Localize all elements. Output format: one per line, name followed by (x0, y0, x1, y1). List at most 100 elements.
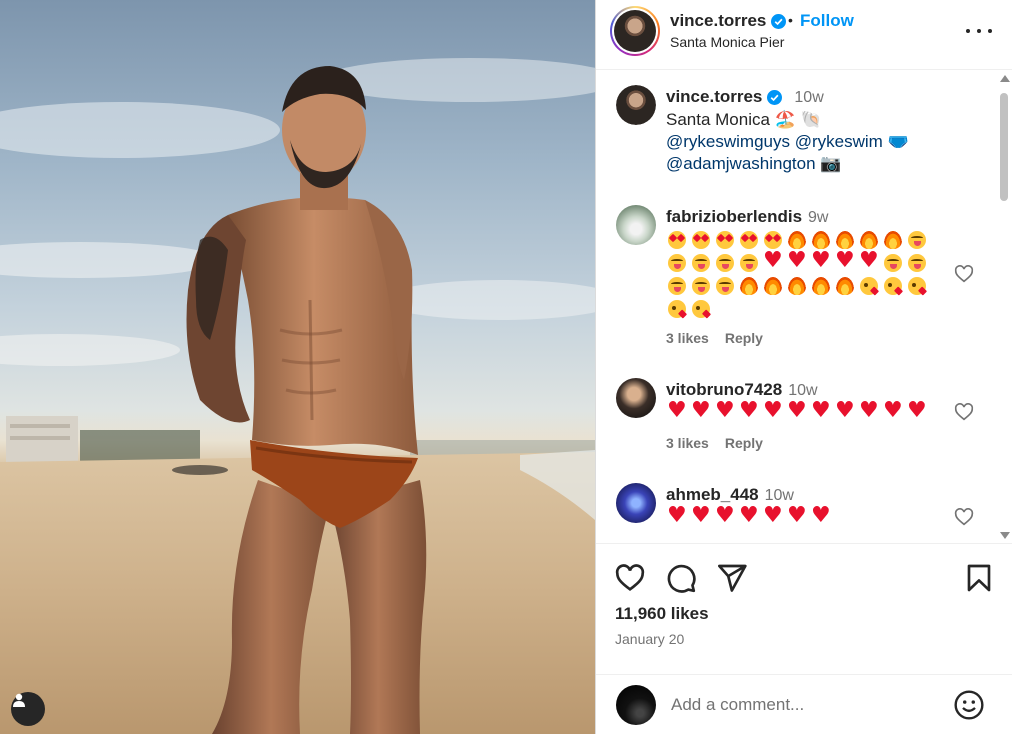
mention-link[interactable]: @adamjwashington (666, 154, 816, 173)
emoji-spacer (740, 300, 758, 318)
scroll-down-arrow-icon[interactable] (1000, 532, 1010, 539)
heart-emoji (835, 400, 855, 422)
mention-link[interactable]: @rykeswim (795, 132, 883, 151)
fire-emoji (812, 277, 830, 295)
fire-emoji (764, 277, 782, 295)
commenter-avatar[interactable] (616, 483, 656, 523)
reply-button[interactable]: Reply (725, 435, 763, 451)
emoji-spacer (884, 509, 902, 527)
post-photo[interactable] (0, 0, 595, 734)
fire-emoji (788, 277, 806, 295)
emoji-spacer (716, 300, 734, 318)
heart-emoji (715, 400, 735, 422)
comment-username[interactable]: ahmeb_448 10w (666, 485, 794, 505)
comment-username-text[interactable]: ahmeb_448 (666, 485, 759, 505)
yum-emoji (908, 254, 926, 272)
fire-emoji (812, 231, 830, 249)
heart-emoji (859, 250, 879, 272)
comment-bubble-icon[interactable] (665, 562, 697, 594)
scroll-up-arrow-icon[interactable] (1000, 75, 1010, 82)
heart-outline-icon[interactable] (614, 562, 646, 594)
comment-username[interactable]: fabrizioberlendis 9w (666, 207, 828, 227)
yum-emoji (692, 277, 710, 295)
hearteyes-emoji (716, 231, 734, 249)
heart-emoji (763, 505, 783, 527)
verified-badge-icon (771, 13, 787, 29)
comment-input[interactable] (671, 693, 931, 717)
yum-emoji (692, 254, 710, 272)
comment-likes-count[interactable]: 3 likes (666, 330, 709, 346)
caption-text: Santa Monica 🏖️ 🐚 @rykeswimguys @rykeswi… (666, 109, 966, 175)
emoji-spacer (836, 300, 854, 318)
author-avatar-story-ring[interactable] (610, 6, 660, 56)
author-username-text[interactable]: vince.torres (670, 11, 766, 31)
mention-link[interactable]: @rykeswimguys (666, 132, 790, 151)
caption-author-avatar[interactable] (616, 85, 656, 125)
post-location[interactable]: Santa Monica Pier (670, 34, 784, 50)
commenter-avatar[interactable] (616, 378, 656, 418)
heart-emoji (883, 400, 903, 422)
hearteyes-emoji (740, 231, 758, 249)
yum-emoji (668, 277, 686, 295)
kiss-emoji (860, 277, 878, 295)
kiss-emoji (692, 300, 710, 318)
emoji-spacer (836, 509, 854, 527)
reply-button[interactable]: Reply (725, 330, 763, 346)
author-username[interactable]: vince.torres (670, 11, 787, 31)
heart-emoji (691, 400, 711, 422)
tagged-users-button[interactable] (11, 692, 45, 726)
caption-time[interactable]: 10w (794, 89, 823, 107)
kiss-emoji (668, 300, 686, 318)
heart-emoji (715, 505, 735, 527)
post-sidebar: vince.torres • Follow Santa Monica Pier … (595, 0, 1012, 734)
scrollbar-thumb[interactable] (1000, 93, 1008, 201)
bookmark-icon[interactable] (963, 562, 995, 594)
heart-emoji (859, 400, 879, 422)
heart-emoji (667, 505, 687, 527)
beach-photo-illustration (0, 58, 595, 734)
commenter-avatar[interactable] (616, 205, 656, 245)
paper-plane-icon[interactable] (716, 562, 748, 594)
yum-emoji (884, 254, 902, 272)
heart-emoji (787, 400, 807, 422)
fire-emoji (740, 277, 758, 295)
emoji-spacer (764, 300, 782, 318)
post-date[interactable]: January 20 (615, 631, 684, 647)
more-dots-icon[interactable] (966, 22, 992, 40)
fire-emoji (860, 231, 878, 249)
comment-likes-count[interactable]: 3 likes (666, 435, 709, 451)
comment-emoji-text (666, 505, 928, 529)
current-user-avatar[interactable] (616, 685, 656, 725)
kiss-emoji (884, 277, 902, 295)
emoji-spacer (860, 300, 878, 318)
yum-emoji (716, 277, 734, 295)
comment-username[interactable]: vitobruno7428 10w (666, 380, 818, 400)
yum-emoji (716, 254, 734, 272)
heart-outline-icon[interactable] (953, 506, 975, 528)
emoji-spacer (812, 300, 830, 318)
post-actions: 11,960 likes January 20 (596, 543, 1012, 673)
smiley-icon[interactable] (953, 689, 985, 721)
comments-scrollbar[interactable] (998, 71, 1010, 543)
emoji-spacer (860, 509, 878, 527)
heart-emoji (763, 400, 783, 422)
comment-meta: 3 likes Reply (666, 330, 763, 346)
heart-emoji (787, 250, 807, 272)
caption-line: Santa Monica 🏖️ 🐚 (666, 110, 822, 129)
comment-username-text[interactable]: fabrizioberlendis (666, 207, 802, 227)
comment-username-text[interactable]: vitobruno7428 (666, 380, 782, 400)
comment-time[interactable]: 9w (808, 209, 828, 227)
yum-emoji (908, 231, 926, 249)
caption-username[interactable]: vince.torres 10w (666, 87, 824, 107)
heart-outline-icon[interactable] (953, 263, 975, 285)
fire-emoji (836, 277, 854, 295)
heart-emoji (835, 250, 855, 272)
yum-emoji (668, 254, 686, 272)
follow-button[interactable]: Follow (800, 11, 854, 31)
comments-list[interactable]: vince.torres 10w Santa Monica 🏖️ 🐚 @ryke… (596, 71, 1012, 543)
separator-dot: • (788, 12, 793, 28)
heart-outline-icon[interactable] (953, 401, 975, 423)
comment-emoji-text (666, 229, 928, 320)
caption-username-text[interactable]: vince.torres (666, 87, 762, 107)
likes-count[interactable]: 11,960 likes (615, 604, 709, 624)
